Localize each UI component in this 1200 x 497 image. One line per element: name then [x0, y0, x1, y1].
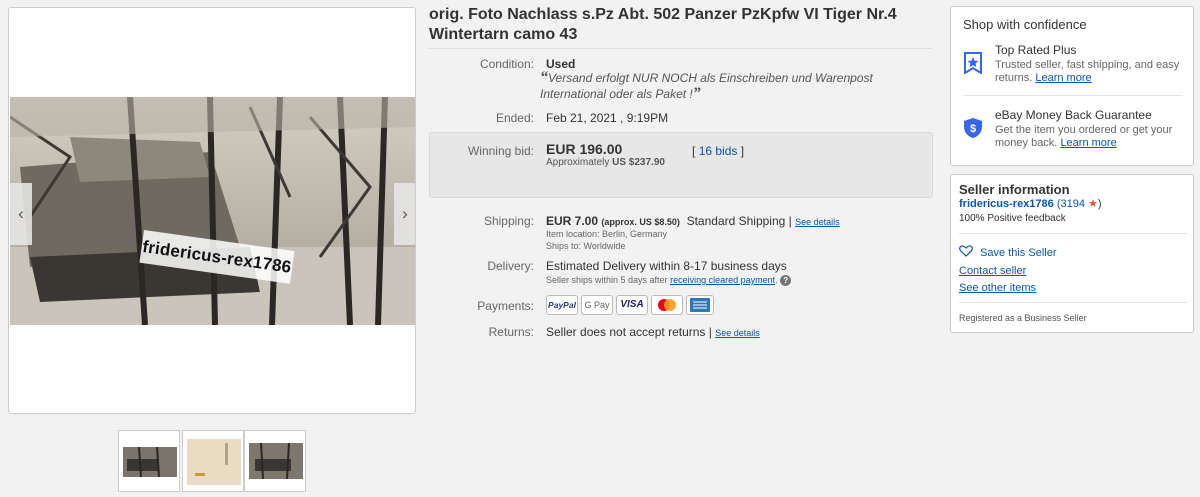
confidence-title: Shop with confidence — [963, 17, 1087, 32]
positive-feedback: 100% Positive feedback — [959, 213, 1066, 224]
seller-divider-bottom — [959, 302, 1187, 303]
ended-label: Ended: — [495, 111, 534, 125]
bid-approx: Approximately US $237.90 — [546, 157, 665, 168]
contact-seller-link[interactable]: Contact seller — [959, 265, 1026, 277]
help-icon[interactable]: ? — [780, 275, 792, 286]
next-image-button[interactable]: › — [394, 183, 415, 245]
condition-note-text: Versand erfolgt NUR NOCH als Einschreibe… — [540, 71, 873, 101]
mastercard-icon — [651, 295, 683, 315]
thumbnail-1[interactable] — [118, 430, 180, 492]
main-image-viewer[interactable]: fridericus-rex1786 ‹ › — [8, 7, 416, 414]
shipping-method: Standard Shipping — [686, 214, 786, 228]
seller-info-title: Seller information — [959, 182, 1070, 197]
money-back-heading: eBay Money Back Guarantee — [995, 108, 1152, 122]
approx-value: US $237.90 — [612, 157, 665, 168]
delivery-value: Estimated Delivery within 8-17 business … — [546, 259, 787, 273]
prev-image-button[interactable]: ‹ — [10, 183, 32, 245]
condition-note: “Versand erfolgt NUR NOCH als Einschreib… — [540, 70, 932, 102]
open-quote: “ — [540, 69, 548, 86]
top-rated-badge-icon — [964, 52, 982, 74]
returns-see-details-link[interactable]: See details — [715, 328, 760, 338]
payments-label: Payments: — [477, 299, 534, 313]
bid-count: [ 16 bids ] — [692, 144, 745, 158]
chevron-right-icon: › — [402, 204, 408, 223]
visa-icon: VISA — [616, 295, 648, 315]
cleared-payment-link[interactable]: receiving cleared payment — [670, 275, 775, 285]
seller-divider-top — [959, 233, 1187, 234]
delivery-note: Seller ships within 5 days after receivi… — [546, 275, 792, 286]
shipping-line: EUR 7.00 (approx. US $8.50) Standard Shi… — [546, 214, 840, 228]
close-quote: ” — [692, 85, 701, 102]
top-rated-desc: Trusted seller, fast shipping, and easy … — [995, 59, 1180, 84]
condition-value: Used — [546, 57, 576, 71]
item-location: Item location: Berlin, Germany — [546, 229, 668, 239]
svg-text:$: $ — [970, 123, 976, 135]
heart-icon — [959, 245, 973, 257]
condition-label: Condition: — [479, 57, 534, 71]
money-back-shield-icon: $ — [964, 118, 982, 138]
ended-value: Feb 21, 2021 , 9:19PM — [546, 111, 669, 125]
seller-information-panel: Seller information fridericus-rex1786 (3… — [950, 174, 1194, 333]
google-pay-icon: G Pay — [581, 295, 613, 315]
approx-label: Approximately — [546, 157, 610, 168]
see-other-items-link[interactable]: See other items — [959, 282, 1036, 294]
returns-value: Seller does not accept returns — [546, 325, 706, 339]
top-rated-learn-more-link[interactable]: Learn more — [1035, 72, 1091, 84]
money-back-desc: Get the item you ordered or get your mon… — [995, 124, 1173, 149]
shipping-label: Shipping: — [483, 214, 534, 228]
shipping-approx: (approx. US $8.50) — [601, 217, 680, 227]
ships-to: Ships to: Worldwide — [546, 241, 626, 251]
amex-icon — [686, 295, 714, 315]
shop-with-confidence-panel: Shop with confidence Top Rated Plus Trus… — [950, 6, 1194, 166]
chevron-left-icon: ‹ — [18, 204, 24, 223]
paypal-icon: PayPal — [546, 295, 578, 315]
save-seller-label: Save this Seller — [980, 247, 1057, 259]
feedback-score-link[interactable]: (3194 — [1057, 198, 1085, 210]
confidence-divider — [963, 95, 1183, 96]
winning-bid-label: Winning bid: — [467, 144, 534, 158]
top-rated-heading: Top Rated Plus — [995, 43, 1077, 57]
delivery-label: Delivery: — [487, 259, 534, 273]
seller-name-line: fridericus-rex1786 (3194 ★) — [959, 198, 1102, 210]
registered-business-seller: Registered as a Business Seller — [959, 313, 1087, 323]
returns-line: Seller does not accept returns | See det… — [546, 325, 760, 339]
bid-box — [429, 132, 933, 198]
winning-bid-amount: EUR 196.00 — [546, 141, 623, 157]
shipping-amount: EUR 7.00 — [546, 214, 599, 228]
save-seller-button[interactable]: Save this Seller — [959, 245, 1057, 259]
money-back-learn-more-link[interactable]: Learn more — [1060, 137, 1116, 149]
star-icon: ★ — [1088, 198, 1098, 210]
thumbnail-2[interactable] — [182, 430, 244, 492]
shipping-see-details-link[interactable]: See details — [795, 217, 840, 227]
item-title: orig. Foto Nachlass s.Pz Abt. 502 Panzer… — [429, 6, 897, 43]
title-divider — [429, 48, 932, 49]
thumbnail-3[interactable] — [244, 430, 306, 492]
bid-history-link[interactable]: 16 bids — [699, 144, 738, 158]
item-photo — [10, 97, 415, 325]
returns-label: Returns: — [488, 325, 534, 339]
seller-name-link[interactable]: fridericus-rex1786 — [959, 198, 1054, 210]
